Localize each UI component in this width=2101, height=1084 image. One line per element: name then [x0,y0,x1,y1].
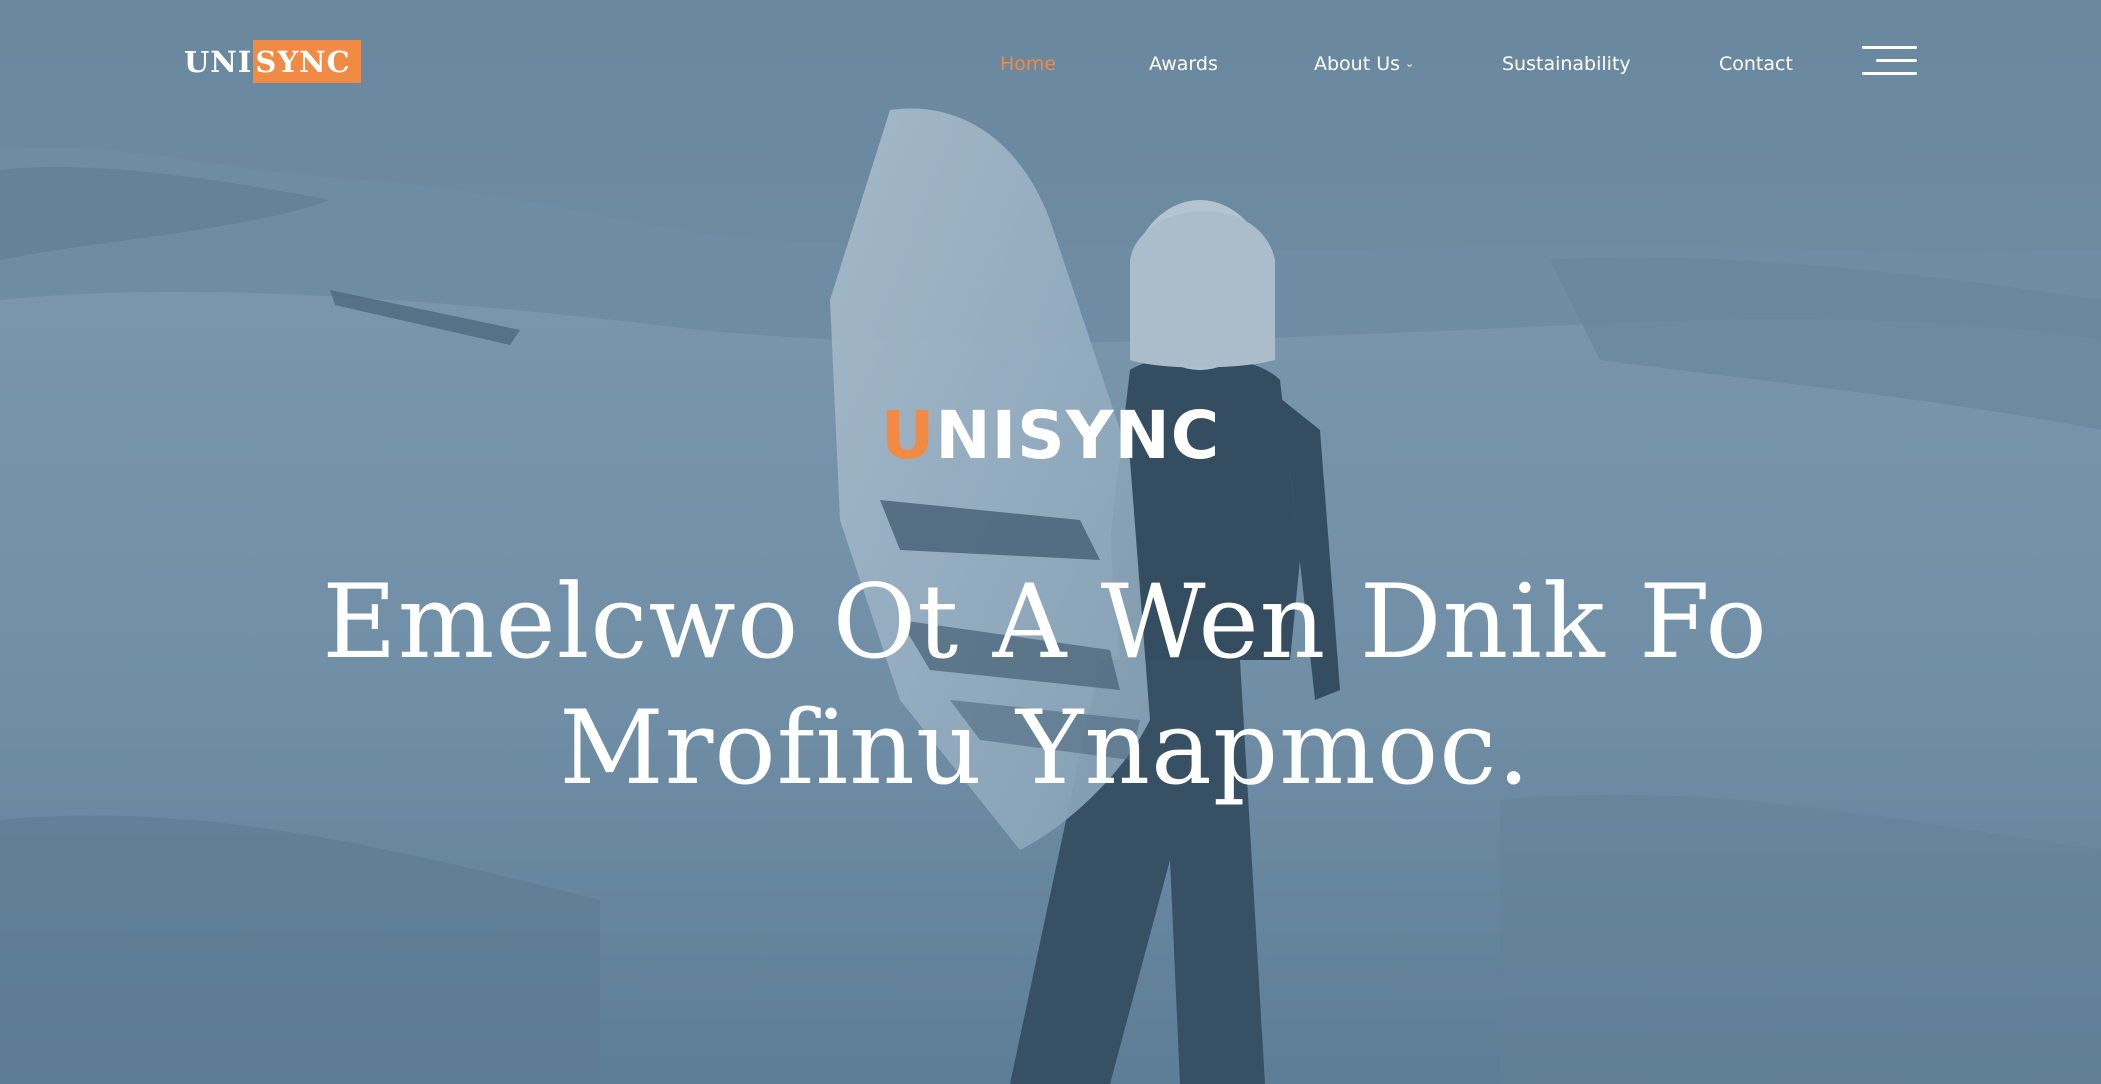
brand-rest: NISYNC [935,397,1221,474]
hero-background-image [0,0,2101,1084]
nav-sustainability[interactable]: Sustainability [1502,50,1631,78]
headline-line-2: Mrofinu Ynapmoc. [559,689,1531,808]
menu-line [1862,46,1917,49]
hero-headline: Emelcwo Ot A Wen Dnik Fo Mrofinu Ynapmoc… [200,560,1890,812]
nav-about-us-label: About Us [1314,53,1401,75]
hero-brand-logo: UNISYNC [0,396,2101,476]
nav-awards[interactable]: Awards [1149,50,1218,78]
nav-about-us[interactable]: About Us ⌄ [1314,50,1414,78]
main-navigation: Home Awards About Us ⌄ Sustainability Con… [0,50,2101,80]
nav-contact[interactable]: Contact [1719,50,1793,78]
nav-home[interactable]: Home [1000,50,1056,78]
chevron-down-icon: ⌄ [1405,57,1415,70]
hamburger-menu-icon[interactable] [1862,46,1917,78]
headline-line-1: Emelcwo Ot A Wen Dnik Fo [322,563,1768,682]
menu-line [1862,72,1917,75]
brand-first-letter: U [880,397,936,474]
menu-line [1876,59,1917,62]
